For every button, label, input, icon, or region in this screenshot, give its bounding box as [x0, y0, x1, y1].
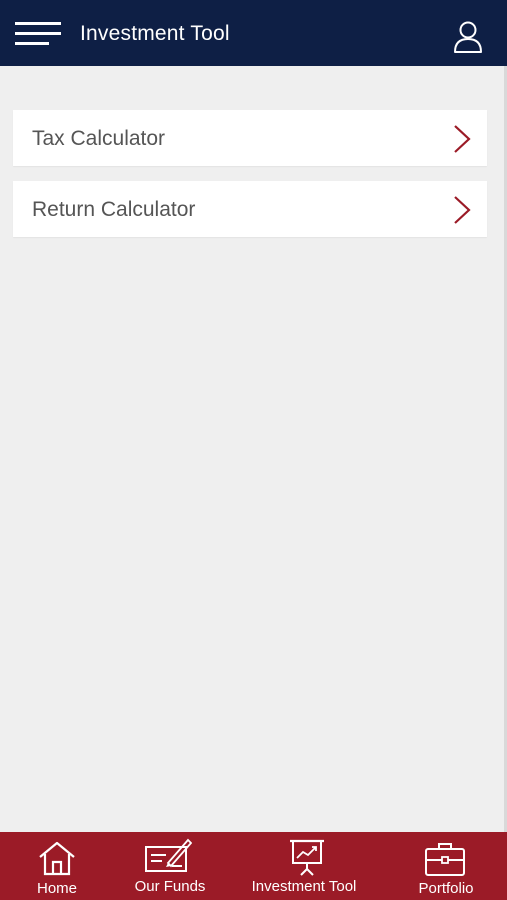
return-calculator-item[interactable]: Return Calculator: [13, 181, 487, 237]
presentation-chart-icon: [290, 839, 324, 876]
page-title: Investment Tool: [80, 22, 230, 45]
nav-our-funds[interactable]: Our Funds: [125, 832, 215, 900]
chevron-right-icon: [454, 125, 471, 153]
nav-home[interactable]: Home: [20, 832, 95, 900]
nav-investment-tool[interactable]: Investment Tool: [243, 832, 365, 900]
nav-our-funds-label: Our Funds: [134, 878, 206, 895]
user-profile-icon[interactable]: [451, 18, 485, 56]
nav-investment-tool-label: Investment Tool: [251, 878, 357, 895]
bottom-navigation: Home Our Funds Investment Tool Portfolio: [0, 832, 507, 900]
app-header: Investment Tool: [0, 0, 507, 66]
nav-home-label: Home: [36, 880, 78, 897]
tax-calculator-label: Tax Calculator: [32, 127, 166, 150]
home-icon: [39, 841, 75, 876]
nav-portfolio-label: Portfolio: [418, 880, 474, 897]
nav-portfolio[interactable]: Portfolio: [410, 832, 485, 900]
hamburger-menu-icon[interactable]: [14, 18, 62, 50]
chevron-right-icon: [454, 196, 471, 224]
tax-calculator-item[interactable]: Tax Calculator: [13, 110, 487, 166]
briefcase-icon: [425, 843, 465, 876]
return-calculator-label: Return Calculator: [32, 198, 196, 221]
funds-cheque-icon: [145, 838, 192, 872]
